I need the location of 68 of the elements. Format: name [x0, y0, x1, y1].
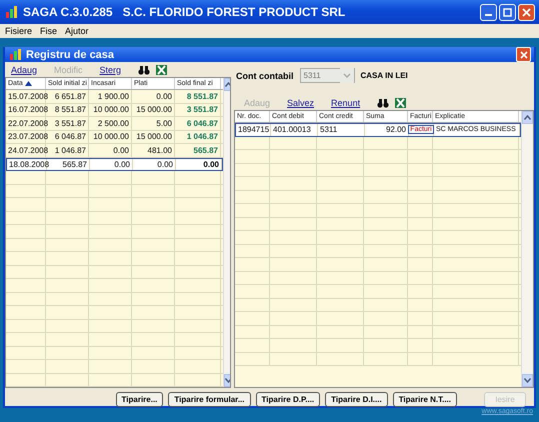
table-cell: 18.08.2008 — [7, 158, 47, 170]
table-cell: 3 551.87 — [175, 104, 221, 116]
caret-down-icon — [225, 378, 230, 383]
table-cell: 16.07.2008 — [6, 104, 46, 116]
table-cell: 5311 — [318, 124, 365, 136]
close-button[interactable] — [518, 4, 535, 20]
action-button[interactable]: Tiparire... — [116, 392, 164, 407]
scroll-up-button[interactable] — [522, 111, 533, 124]
table-cell: 10 000.00 — [89, 130, 132, 143]
table-cell: 1894715 — [236, 124, 271, 136]
table-cell: 15 000.00 — [132, 104, 175, 116]
table-cell: 481.00 — [132, 144, 175, 156]
table-cell: 1 046.87 — [175, 130, 221, 143]
toolbar-link[interactable]: Adaug — [11, 64, 38, 74]
action-button[interactable]: Tiparire formular... — [168, 392, 251, 407]
table-cell: 0.00 — [89, 144, 132, 156]
maximize-icon — [503, 8, 512, 16]
binoculars-icon[interactable] — [377, 98, 390, 108]
toolbar-link[interactable]: Renunt — [331, 98, 360, 108]
toolbar-link[interactable]: Salvez — [287, 98, 314, 108]
binoculars-icon[interactable] — [138, 64, 150, 74]
menu-item[interactable]: Fisiere — [5, 26, 32, 36]
table-cell: 0.00 — [133, 158, 176, 170]
table-cell: 401.00013 — [271, 124, 318, 136]
table-cell: 22.07.2008 — [6, 117, 46, 130]
menu-item[interactable]: Ajutor — [65, 26, 89, 36]
scroll-down-button[interactable] — [522, 374, 533, 387]
table-cell: 0.00 — [176, 158, 222, 170]
minimize-icon — [485, 14, 492, 16]
table-cell: 23.07.2008 — [6, 130, 46, 143]
scrollbar[interactable] — [521, 111, 533, 387]
excel-icon[interactable] — [395, 98, 406, 108]
table-cell: 10 000.00 — [89, 104, 132, 116]
table-cell: 15.07.2008 — [6, 90, 46, 102]
excel-icon[interactable] — [156, 64, 168, 74]
sort-ascending-icon — [24, 81, 32, 86]
account-label: Cont contabil — [236, 70, 294, 80]
table-cell: 1 900.00 — [89, 90, 132, 102]
table-cell: 565.87 — [175, 144, 221, 156]
app-logo-icon — [10, 49, 21, 60]
table-cell: 8 551.87 — [175, 90, 221, 102]
table-cell: 5.00 — [132, 117, 175, 130]
caret-up-icon — [524, 115, 531, 120]
dropdown-caret-icon — [340, 68, 354, 83]
table-cell: 6 046.87 — [175, 117, 221, 130]
account-name: CASA IN LEI — [360, 71, 408, 80]
table-cell: 15 000.00 — [132, 130, 175, 143]
action-button[interactable]: Tiparire D.I.... — [325, 392, 388, 407]
close-button[interactable] — [516, 47, 531, 62]
close-icon — [520, 50, 528, 58]
minimize-button[interactable] — [480, 4, 497, 20]
caret-down-icon — [524, 378, 531, 383]
window-title: SAGA C.3.0.285 S.C. FLORIDO FOREST PRODUCT SRL — [23, 5, 346, 19]
menu-item[interactable]: Fise — [40, 26, 58, 36]
table-cell: 0.00 — [90, 158, 133, 170]
action-button[interactable]: Tiparire D.P.... — [256, 392, 320, 407]
maximize-button[interactable] — [499, 4, 516, 20]
caret-up-icon — [225, 82, 230, 87]
scrollbar[interactable] — [223, 78, 230, 387]
account-dropdown[interactable]: 5311 — [300, 68, 354, 83]
toolbar-link[interactable]: Sterg — [100, 64, 122, 74]
table-cell: 24.07.2008 — [6, 144, 46, 156]
action-button[interactable]: Tiparire N.T.... — [392, 392, 457, 407]
dialog-title: Registru de casa — [26, 48, 116, 60]
close-icon — [522, 8, 531, 16]
app-logo-icon — [6, 6, 18, 18]
table-cell: 0.00 — [132, 90, 175, 102]
table-cell: 2 500.00 — [89, 117, 132, 130]
